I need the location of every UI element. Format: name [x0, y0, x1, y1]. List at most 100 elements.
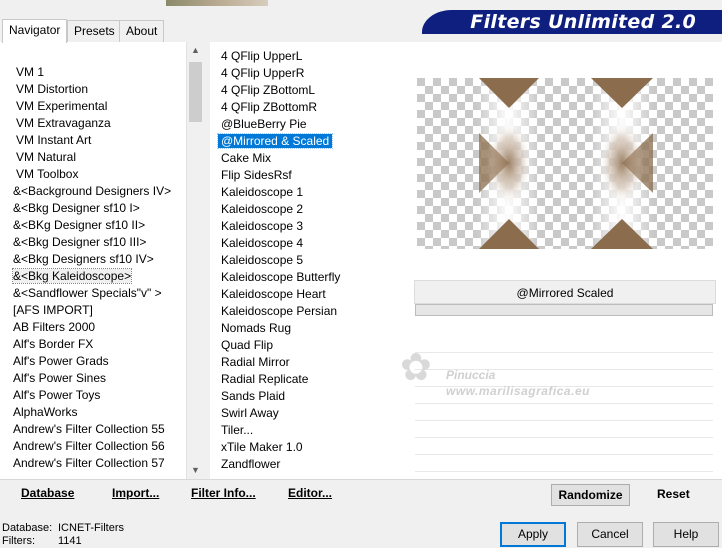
filter-item[interactable]: Radial Mirror: [210, 354, 410, 371]
filter-item[interactable]: Flip SidesRsf: [210, 167, 410, 184]
category-item-label: AlphaWorks: [13, 405, 78, 419]
category-item-label: &<Bkg Kaleidoscope>: [11, 268, 133, 284]
filter-item-label: @BlueBerry Pie: [221, 117, 307, 131]
scroll-up-icon[interactable]: ▲: [187, 42, 204, 59]
watermark: ✿ Pinuccia www.marilisagrafica.eu: [400, 348, 610, 408]
filter-item-label: @Mirrored & Scaled: [216, 133, 334, 149]
filter-item[interactable]: Cake Mix: [210, 150, 410, 167]
randomize-button[interactable]: Randomize: [551, 484, 630, 506]
filter-item[interactable]: Nomads Rug: [210, 320, 410, 337]
category-list[interactable]: VM 1 VM Distortion VM Experimental VM Extra…: [0, 42, 186, 479]
category-item-label: &<Background Designers IV>: [13, 184, 172, 198]
category-item[interactable]: &<Bkg Kaleidoscope>: [0, 268, 186, 285]
category-scrollbar[interactable]: ▲ ▼: [186, 42, 203, 479]
apply-button[interactable]: Apply: [500, 522, 566, 547]
category-item[interactable]: Alf's Border FX: [0, 336, 186, 353]
filter-item[interactable]: Radial Replicate: [210, 371, 410, 388]
category-item[interactable]: AB Filters 2000: [0, 319, 186, 336]
filter-item-label: Kaleidoscope Butterfly: [221, 270, 341, 284]
category-item[interactable]: &<BKg Designer sf10 II>: [0, 217, 186, 234]
filter-item[interactable]: 4 QFlip ZBottomL: [210, 82, 410, 99]
category-item[interactable]: Andrew's Filter Collection 57: [0, 455, 186, 472]
category-item[interactable]: Alf's Power Toys: [0, 387, 186, 404]
filter-item[interactable]: Kaleidoscope Heart: [210, 286, 410, 303]
filter-item[interactable]: @Mirrored & Scaled: [210, 133, 410, 150]
filter-item[interactable]: Quad Flip: [210, 337, 410, 354]
category-item[interactable]: &<Sandflower Specials"v" >: [0, 285, 186, 302]
filter-item[interactable]: Kaleidoscope 4: [210, 235, 410, 252]
category-item[interactable]: AlphaWorks: [0, 404, 186, 421]
category-item[interactable]: VM Toolbox: [0, 166, 186, 183]
category-item[interactable]: VM Instant Art: [0, 132, 186, 149]
category-item-label: Alf's Power Sines: [13, 371, 106, 385]
category-item[interactable]: Alf's Power Grads: [0, 353, 186, 370]
progress-bar: [415, 304, 713, 316]
filter-item-label: Nomads Rug: [221, 321, 292, 335]
parameter-row[interactable]: [415, 421, 713, 438]
database-label: Database:: [2, 522, 53, 534]
category-item[interactable]: VM Distortion: [0, 81, 186, 98]
category-item-label: VM Extravaganza: [16, 116, 111, 130]
category-item[interactable]: VM Experimental: [0, 98, 186, 115]
category-item-label: &<Bkg Designers sf10 IV>: [13, 252, 154, 266]
category-item[interactable]: &<Bkg Designer sf10 III>: [0, 234, 186, 251]
help-button[interactable]: Help: [653, 522, 719, 547]
scroll-thumb[interactable]: [189, 62, 202, 122]
category-item-label: VM Distortion: [16, 82, 89, 96]
parameter-row[interactable]: [415, 438, 713, 455]
filter-list[interactable]: 4 QFlip UpperL 4 QFlip UpperR 4 QFlip ZBot…: [210, 42, 410, 479]
filter-item[interactable]: Swirl Away: [210, 405, 410, 422]
category-item[interactable]: &<Background Designers IV>: [0, 183, 186, 200]
filter-item[interactable]: Kaleidoscope 1: [210, 184, 410, 201]
category-item[interactable]: &<Bkg Designers sf10 IV>: [0, 251, 186, 268]
cancel-button[interactable]: Cancel: [577, 522, 643, 547]
filter-item[interactable]: Kaleidoscope Persian: [210, 303, 410, 320]
filter-item-label: Radial Mirror: [221, 355, 290, 369]
filter-item-label: Zandflower: [221, 457, 281, 471]
database-button[interactable]: Database: [21, 486, 74, 500]
tab-navigator[interactable]: Navigator: [2, 19, 68, 43]
category-item[interactable]: Andrew's Filter Collection 56: [0, 438, 186, 455]
category-item-label: &<Bkg Designer sf10 I>: [13, 201, 140, 215]
filter-item-label: Radial Replicate: [221, 372, 309, 386]
tab-presets[interactable]: Presets: [67, 20, 122, 42]
filter-info-button[interactable]: Filter Info...: [191, 486, 256, 500]
filter-item[interactable]: 4 QFlip UpperR: [210, 65, 410, 82]
filter-item-label: Swirl Away: [221, 406, 279, 420]
filter-item[interactable]: Kaleidoscope 2: [210, 201, 410, 218]
filter-item[interactable]: Kaleidoscope Butterfly: [210, 269, 410, 286]
editor-button[interactable]: Editor...: [288, 486, 332, 500]
filter-item[interactable]: 4 QFlip ZBottomR: [210, 99, 410, 116]
reset-button[interactable]: Reset: [657, 487, 690, 501]
filter-item-label: Sands Plaid: [221, 389, 286, 403]
filter-item[interactable]: 4 QFlip UpperL: [210, 48, 410, 65]
scroll-down-icon[interactable]: ▼: [187, 462, 204, 479]
category-item-label: &<BKg Designer sf10 II>: [13, 218, 146, 232]
filter-item[interactable]: Sands Plaid: [210, 388, 410, 405]
category-item[interactable]: VM 1: [0, 64, 186, 81]
category-item[interactable]: VM Natural: [0, 149, 186, 166]
filter-item[interactable]: Tiler...: [210, 422, 410, 439]
filter-item[interactable]: Zandflower: [210, 456, 410, 473]
filter-item[interactable]: @BlueBerry Pie: [210, 116, 410, 133]
filter-item[interactable]: Kaleidoscope 3: [210, 218, 410, 235]
category-item-label: VM 1: [16, 65, 45, 79]
tab-about[interactable]: About: [119, 20, 165, 42]
category-item-label: VM Instant Art: [16, 133, 92, 147]
category-item-label: Andrew's Filter Collection 56: [13, 439, 165, 453]
parameter-row[interactable]: [415, 455, 713, 472]
database-value: ICNET-Filters: [58, 522, 124, 534]
filter-item[interactable]: xTile Maker 1.0: [210, 439, 410, 456]
tab-bar: Navigator Presets About Filters Unlimite…: [0, 0, 722, 43]
category-item[interactable]: Andrew's Filter Collection 55: [0, 421, 186, 438]
filter-item[interactable]: Kaleidoscope 5: [210, 252, 410, 269]
category-item[interactable]: [AFS IMPORT]: [0, 302, 186, 319]
import-button[interactable]: Import...: [112, 486, 159, 500]
category-item[interactable]: VM Extravaganza: [0, 115, 186, 132]
category-item[interactable]: &<Bkg Designer sf10 I>: [0, 200, 186, 217]
filter-item-label: Cake Mix: [221, 151, 272, 165]
category-item-label: Alf's Border FX: [13, 337, 94, 351]
category-item[interactable]: Alf's Power Sines: [0, 370, 186, 387]
watermark-logo-icon: ✿: [400, 347, 432, 389]
watermark-name: Pinuccia: [446, 368, 496, 382]
